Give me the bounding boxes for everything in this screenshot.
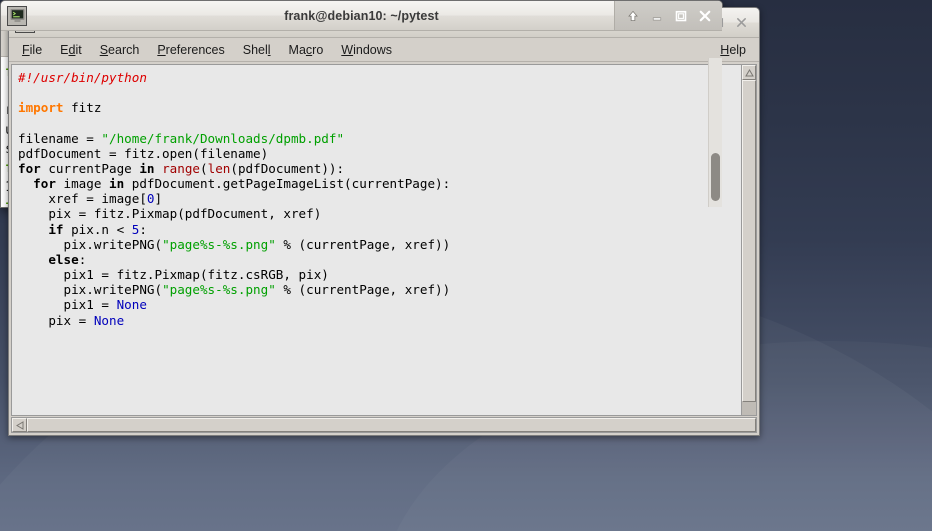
close-icon[interactable] (698, 9, 711, 22)
code-token: for (33, 176, 56, 192)
code-token: pix.n < (63, 221, 132, 237)
editor-vscroll-thumb[interactable] (742, 80, 756, 402)
code-token: pix.writePNG( (18, 282, 163, 298)
menu-item-windows[interactable]: Windows (332, 40, 401, 60)
code-token: currentPage (40, 160, 140, 176)
code-token: pix1 = fitz.Pixmap(fitz.csRGB, pix) (18, 267, 329, 283)
code-token: for (18, 160, 41, 176)
terminal-titlebar[interactable]: frank@debian10: ~/pytest (1, 1, 722, 31)
menu-item-macro[interactable]: Macro (280, 40, 333, 60)
menu-item-shell[interactable]: Shell (234, 40, 280, 60)
scroll-left-icon[interactable] (12, 418, 27, 432)
maximize-icon[interactable] (674, 9, 687, 22)
editor-menubar[interactable]: File Edit Search Preferences Shell Macro… (9, 38, 759, 62)
code-token: pdfDocument.getPageImageList(currentPage… (124, 176, 451, 192)
code-token: fitz (63, 100, 102, 116)
code-token: else (48, 251, 79, 267)
code-line: for image in pdfDocument.getPageImageLis… (18, 176, 741, 191)
terminal-icon (7, 5, 27, 26)
code-line: pix = None (18, 313, 741, 328)
code-token: pix1 = (18, 297, 117, 313)
editor-body: #!/usr/bin/python import fitz filename =… (9, 62, 759, 435)
code-token: None (93, 312, 125, 328)
code-token: : (139, 221, 147, 237)
code-token: in (139, 160, 155, 176)
editor-vertical-scrollbar[interactable] (741, 64, 757, 416)
code-token: None (116, 297, 147, 313)
editor-vscroll-trough[interactable] (742, 402, 756, 415)
scroll-up-icon[interactable] (742, 65, 756, 80)
code-token: pix = (18, 312, 94, 328)
code-token: 0 (146, 191, 155, 207)
code-line: else: (18, 252, 741, 267)
code-token: filename = (18, 130, 102, 146)
code-line: xref = image[0] (18, 191, 741, 206)
terminal-window-buttons[interactable] (614, 1, 722, 30)
code-line: pix.writePNG("page%s-%s.png" % (currentP… (18, 237, 741, 252)
editor-window[interactable]: extract-images.py - /home/frank/pytest/ … (8, 7, 760, 436)
code-line: import fitz (18, 100, 741, 115)
code-token: pdfDocument = fitz.open(filename) (18, 145, 269, 161)
menu-item-preferences[interactable]: Preferences (148, 40, 233, 60)
minimize-icon[interactable] (650, 9, 663, 22)
menu-item-file[interactable]: File (13, 40, 51, 60)
code-line: pix = fitz.Pixmap(pdfDocument, xref) (18, 206, 741, 221)
menu-item-search[interactable]: Search (91, 40, 149, 60)
menu-item-edit[interactable]: Edit (51, 40, 91, 60)
code-token: ] (154, 191, 163, 207)
code-line: for currentPage in range(len(pdfDocument… (18, 161, 741, 176)
code-token: range (162, 160, 201, 176)
code-token: "page%s-%s.png" (162, 236, 276, 252)
desktop: extract-images.py - /home/frank/pytest/ … (0, 0, 932, 531)
code-token: % (currentPage, xref)) (275, 236, 451, 252)
code-token: if (48, 221, 64, 237)
editor-hscroll-thumb[interactable] (27, 418, 756, 432)
code-line: #!/usr/bin/python (18, 70, 741, 85)
shade-icon[interactable] (626, 9, 639, 22)
code-editor-text[interactable]: #!/usr/bin/python import fitz filename =… (11, 64, 741, 416)
code-token: % (currentPage, xref)) (275, 282, 451, 298)
editor-horizontal-scrollbar[interactable] (11, 417, 757, 433)
code-token: #!/usr/bin/python (18, 70, 147, 85)
code-token: image (55, 176, 109, 192)
code-line: if pix.n < 5: (18, 222, 741, 237)
code-token: import (18, 100, 64, 116)
terminal-scrollbar-thumb[interactable] (711, 153, 720, 201)
code-line: pix.writePNG("page%s-%s.png" % (currentP… (18, 282, 741, 297)
close-icon[interactable] (735, 16, 748, 29)
code-token: xref = image[ (18, 191, 147, 207)
terminal-scrollbar[interactable] (708, 58, 722, 207)
code-token: (pdfDocument)): (230, 160, 345, 176)
code-line: pix1 = None (18, 297, 741, 312)
code-token: in (109, 176, 125, 192)
code-token: len (207, 160, 231, 176)
code-token: ( (200, 160, 208, 176)
code-line: pdfDocument = fitz.open(filename) (18, 146, 741, 161)
code-line: filename = "/home/frank/Downloads/dpmb.p… (18, 131, 741, 146)
code-line: pix1 = fitz.Pixmap(fitz.csRGB, pix) (18, 267, 741, 282)
menu-item-help[interactable]: Help (711, 40, 755, 60)
code-token: : (78, 251, 87, 267)
code-token: pix = fitz.Pixmap(pdfDocument, xref) (18, 206, 322, 222)
code-token: "page%s-%s.png" (162, 282, 276, 298)
editor-textarea-wrap: #!/usr/bin/python import fitz filename =… (11, 64, 757, 416)
code-token: pix.writePNG( (18, 236, 163, 252)
code-token: "/home/frank/Downloads/dpmb.pdf" (101, 130, 345, 146)
